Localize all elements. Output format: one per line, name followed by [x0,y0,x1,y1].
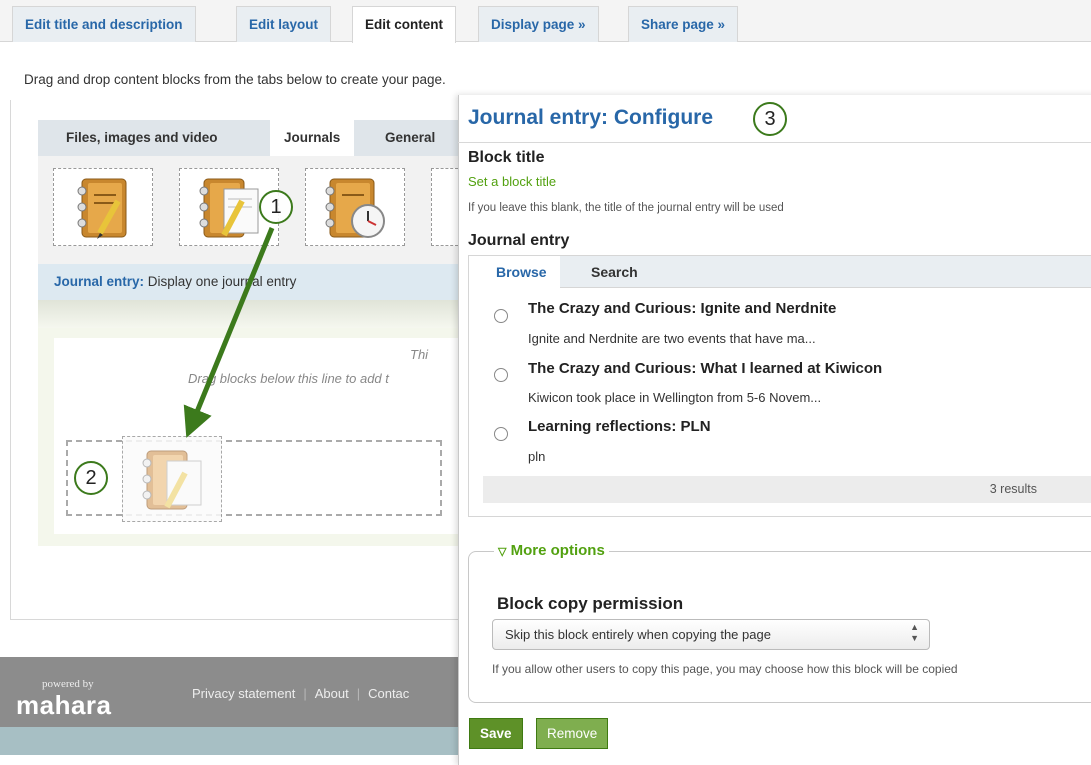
privacy-statement-link[interactable]: Privacy statement [192,686,295,701]
block-recent-journal-entries[interactable] [305,168,405,246]
block-description: Journal entry: Display one journal entry [38,264,458,300]
footer-separator: | [303,686,307,701]
tab-display-page[interactable]: Display page » [478,6,599,42]
mahara-logo[interactable]: mahara [16,690,112,721]
copy-permission-value: Skip this block entirely when copying th… [505,627,771,642]
tab-edit-layout[interactable]: Edit layout [236,6,332,42]
entry-radio[interactable] [494,427,508,441]
edit-tabs-bar: Edit title and description Edit layout E… [0,0,1091,43]
more-options-toggle[interactable]: ▽ More options [494,542,609,559]
journal-entry-label: Journal entry [468,232,570,249]
drop-hint-heading: Thi [410,347,429,362]
results-count: 3 results [989,482,1037,496]
entry-title: The Crazy and Curious: What I learned at… [528,360,883,377]
copy-permission-select[interactable]: Skip this block entirely when copying th… [492,619,930,650]
sort-arrows-icon: ▲ ▼ [910,622,919,643]
triangle-down-icon: ▽ [498,546,507,558]
block-partial[interactable] [431,168,458,246]
tab-share-page[interactable]: Share page » [628,6,739,42]
configure-panel-title: Journal entry: Configure [468,106,714,129]
entry-title: The Crazy and Curious: Ignite and Nerdni… [528,300,837,317]
browse-search-tabs: Browse Search [483,256,1091,288]
panel-divider [458,142,1091,143]
tab-journals[interactable]: Journals [270,120,355,156]
drop-hint-text: Drag blocks below this line to add t [188,371,389,386]
block-category-tabs: Files, images and video Journals General [38,120,458,156]
entry-excerpt: Kiwicon took place in Wellington from 5-… [528,390,822,405]
entry-radio[interactable] [494,368,508,382]
powered-by-text: powered by [42,678,94,690]
journal-edit-icon [199,178,259,238]
tab-browse[interactable]: Browse [483,256,560,288]
copy-permission-label: Block copy permission [497,594,684,613]
callout-three: 3 [753,102,787,136]
entry-excerpt: pln [528,449,546,464]
callout-two: 2 [74,461,108,495]
edit-instructions: Drag and drop content blocks from the ta… [24,72,446,87]
block-journal[interactable] [53,168,153,246]
contact-link[interactable]: Contac [368,686,409,701]
block-type-list [38,156,458,264]
footer-links: Privacy statement | About | Contac [192,686,462,701]
dragged-block[interactable] [122,436,222,522]
journal-edit-icon [142,450,202,510]
more-options-label: More options [510,542,605,559]
entry-radio[interactable] [494,309,508,323]
tab-general[interactable]: General [371,120,449,156]
block-title-label: Block title [468,149,545,166]
tab-edit-content[interactable]: Edit content [352,6,456,43]
callout-one: 1 [259,190,293,224]
footer-separator: | [356,686,361,701]
layout-header-band [38,300,458,328]
entry-excerpt: Ignite and Nerdnite are two events that … [528,331,816,346]
tab-files-images-video[interactable]: Files, images and video [52,120,232,156]
block-title-help: If you leave this blank, the title of th… [468,202,784,214]
footer-base-strip [0,727,465,755]
results-bar: 3 results [483,476,1091,503]
block-description-name: Journal entry: [54,274,145,289]
block-description-text: Display one journal entry [144,274,297,289]
tab-edit-title-description[interactable]: Edit title and description [12,6,196,42]
tab-search[interactable]: Search [578,256,651,288]
set-block-title-link[interactable]: Set a block title [468,174,556,189]
copy-permission-help: If you allow other users to copy this pa… [492,662,958,676]
journal-clock-icon [325,178,385,238]
about-link[interactable]: About [315,686,349,701]
remove-button[interactable]: Remove [536,718,609,749]
save-button[interactable]: Save [469,718,523,749]
entry-title: Learning reflections: PLN [528,418,711,435]
journal-notebook-icon [77,178,127,239]
